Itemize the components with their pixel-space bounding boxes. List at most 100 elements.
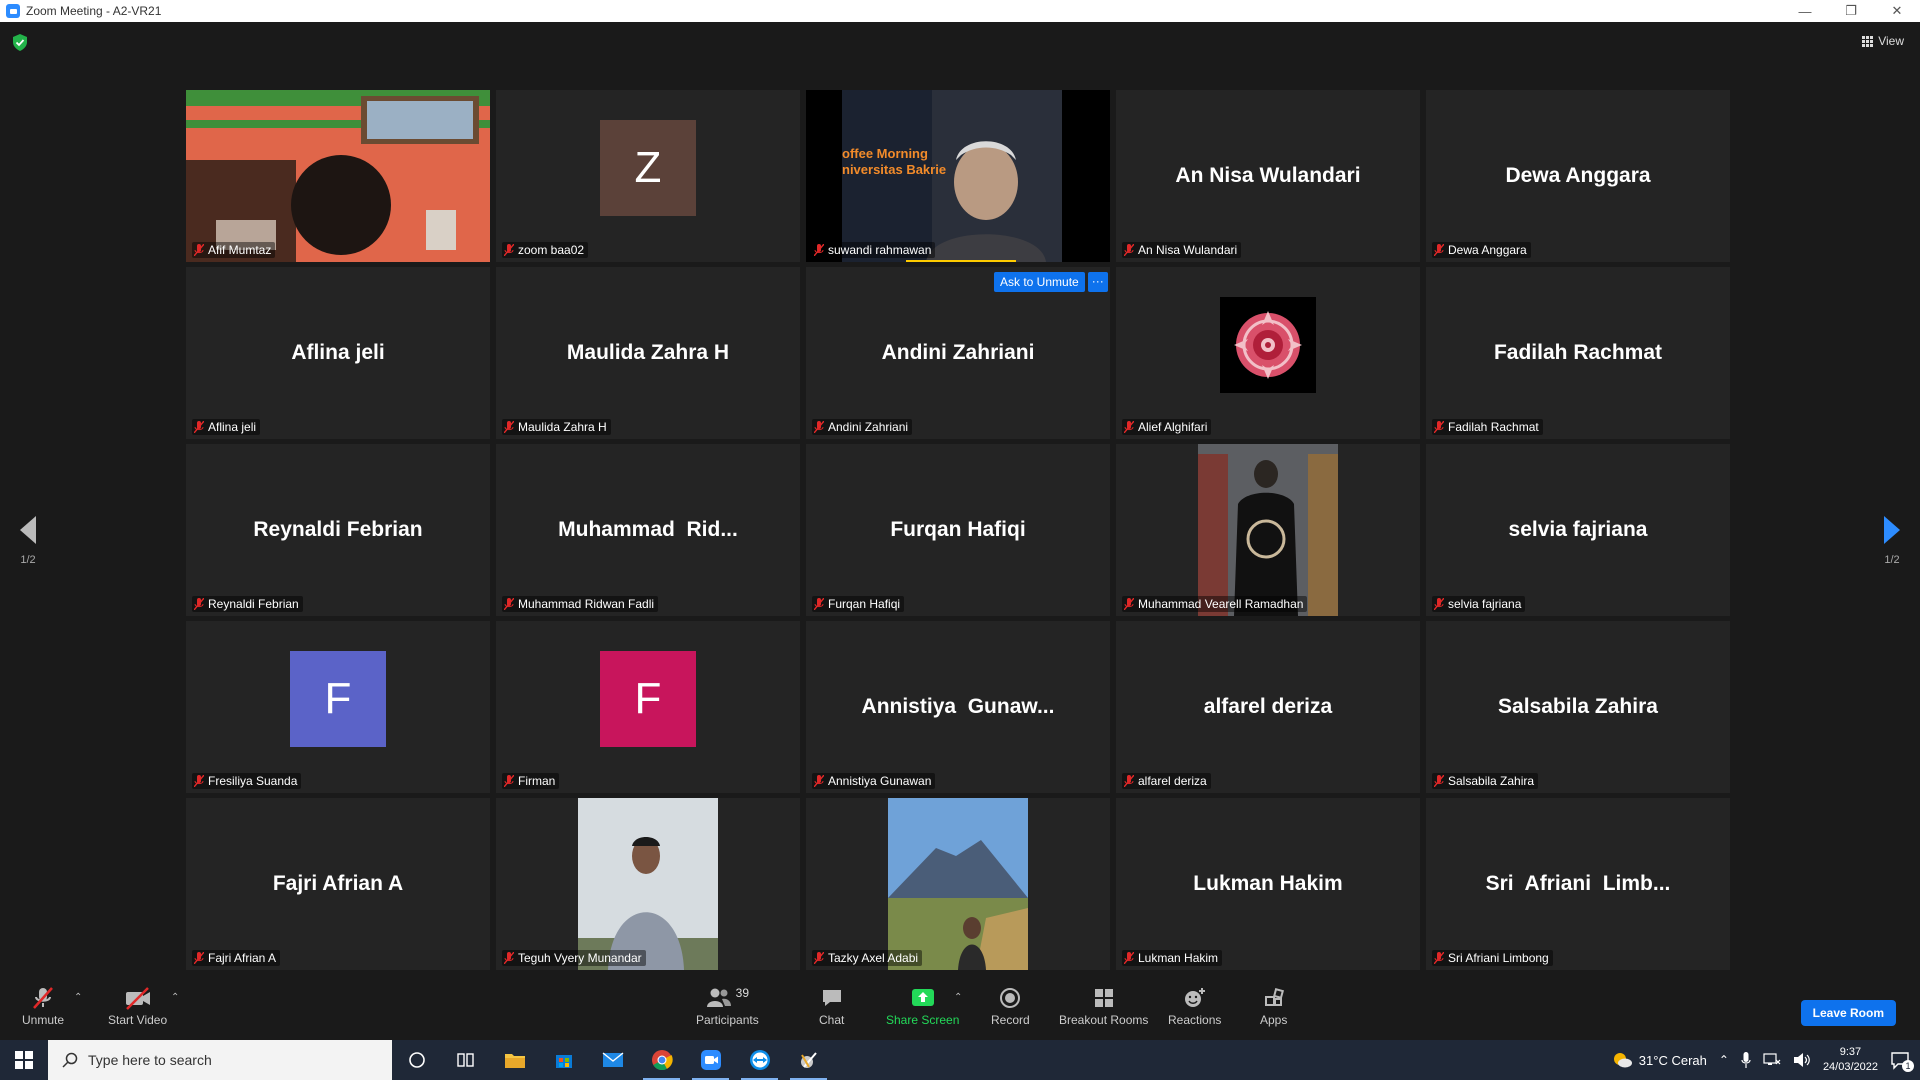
mic-muted-icon [193,774,205,788]
snipping-tool-icon[interactable] [784,1040,833,1080]
participant-tile[interactable]: Maulida Zahra H Maulida Zahra H [496,267,800,439]
participant-name-label: Alief Alghifari [1122,419,1212,435]
start-video-label: Start Video [108,1013,168,1027]
participant-tile[interactable]: An Nisa Wulandari An Nisa Wulandari [1116,90,1420,262]
participant-tile[interactable]: F Fresiliya Suanda [186,621,490,793]
start-video-button[interactable]: Start Video [108,986,167,1027]
participant-tile[interactable]: Lukman Hakim Lukman Hakim [1116,798,1420,970]
audio-options-caret[interactable]: ⌃ [74,992,82,1003]
share-screen-button[interactable]: Share Screen [886,986,959,1027]
participant-display-name: Maulida Zahra H [566,341,730,364]
participant-tile[interactable]: Alief Alghifari [1116,267,1420,439]
mail-icon[interactable] [588,1040,637,1080]
participant-name: Furqan Hafiqi [828,597,901,611]
reactions-button[interactable]: Reactions [1168,986,1221,1027]
task-view-icon[interactable] [441,1040,490,1080]
participant-tile[interactable]: alfarel deriza alfarel deriza [1116,621,1420,793]
participant-display-name: alfarel deriza [1203,695,1333,718]
participant-tile[interactable]: Reynaldi Febrian Reynaldi Febrian [186,444,490,616]
windows-logo-icon [15,1051,33,1069]
participant-tile[interactable]: Salsabila Zahira Salsabila Zahira [1426,621,1730,793]
weather-widget[interactable]: 31°C Cerah [1611,1051,1707,1069]
participant-tile[interactable]: Fajri Afrian A Fajri Afrian A [186,798,490,970]
unmute-button[interactable]: Unmute [22,986,64,1027]
leave-room-button[interactable]: Leave Room [1800,1000,1896,1026]
view-label: View [1878,34,1904,48]
taskbar-apps [392,1040,833,1080]
taskbar-search[interactable]: Type here to search [48,1040,392,1080]
mic-muted-icon [813,597,825,611]
participant-name: Sri Afriani Limbong [1448,951,1549,965]
windows-taskbar: Type here to search 31°C Cerah ⌃ 9:37 24… [0,1040,1920,1080]
chrome-icon[interactable] [637,1040,686,1080]
mic-muted-icon [193,243,205,257]
chat-button[interactable]: Chat [819,986,844,1027]
video-options-caret[interactable]: ⌃ [171,992,179,1003]
participants-button[interactable]: 39 Participants [696,986,759,1027]
microsoft-store-icon[interactable] [539,1040,588,1080]
participant-tile[interactable]: Teguh Vyery Munandar [496,798,800,970]
participant-tile[interactable]: Muhammad Vearell Ramadhan [1116,444,1420,616]
participant-tile[interactable]: selvia fajriana selvia fajriana [1426,444,1730,616]
ask-to-unmute-button[interactable]: Ask to Unmute [994,272,1085,292]
close-button[interactable]: ✕ [1874,0,1920,22]
previous-page-button[interactable]: 1/2 [18,516,38,566]
window-title: Zoom Meeting - A2-VR21 [26,4,162,18]
participant-tile[interactable]: offee Morning niversitas Bakrie suwandi … [806,90,1110,262]
teamviewer-icon[interactable] [735,1040,784,1080]
participant-tile[interactable]: Tazky Axel Adabi [806,798,1110,970]
participant-name-label: Reynaldi Febrian [192,596,303,612]
participant-name-label: Firman [502,773,560,789]
participant-tile[interactable]: Aflina jeli Aflina jeli [186,267,490,439]
restore-button[interactable]: ❐ [1828,0,1874,22]
participant-name: Fresiliya Suanda [208,774,298,788]
volume-icon[interactable] [1793,1052,1811,1068]
minimize-button[interactable]: — [1782,0,1828,22]
mic-muted-icon [193,597,205,611]
view-button[interactable]: View [1862,34,1904,48]
video-off-icon [124,986,152,1010]
participant-avatar: Z [600,120,696,216]
action-center-button[interactable]: 1 [1890,1050,1914,1072]
participant-tile[interactable]: Z zoom baa02 [496,90,800,262]
microphone-tray-icon[interactable] [1741,1052,1751,1068]
breakout-rooms-button[interactable]: Breakout Rooms [1059,986,1148,1027]
system-clock[interactable]: 9:37 24/03/2022 [1823,1045,1878,1075]
participant-name: alfarel deriza [1138,774,1207,788]
share-options-caret[interactable]: ⌃ [954,992,962,1003]
clock-time: 9:37 [1839,1046,1862,1058]
security-shield-icon[interactable] [12,34,28,51]
participant-tile[interactable]: F Firman [496,621,800,793]
participant-tile[interactable]: Furqan Hafiqi Furqan Hafiqi [806,444,1110,616]
participant-name-label: Dewa Anggara [1432,242,1531,258]
participant-display-name: Muhammad Rid... [558,518,738,541]
participant-tile[interactable]: Muhammad Rid... Muhammad Ridwan Fadli [496,444,800,616]
participant-display-name: Sri Afriani Limb... [1485,872,1671,895]
apps-button[interactable]: Apps [1260,986,1287,1027]
participant-tile[interactable]: Sri Afriani Limb... Sri Afriani Limbong [1426,798,1730,970]
participant-tile[interactable]: Afif Mumtaz [186,90,490,262]
participant-name: suwandi rahmawan [828,243,932,257]
cortana-icon[interactable] [392,1040,441,1080]
file-explorer-icon[interactable] [490,1040,539,1080]
title-bar: Zoom Meeting - A2-VR21 — ❐ ✕ [0,0,1920,22]
participant-tile[interactable]: Andini Zahriani Andini Zahriani [806,267,1110,439]
participant-tile[interactable]: Dewa Anggara Dewa Anggara [1426,90,1730,262]
windows-start-button[interactable] [0,1040,48,1080]
network-icon[interactable] [1763,1052,1781,1068]
show-hidden-icons-button[interactable]: ⌃ [1719,1053,1729,1067]
zoom-taskbar-icon[interactable] [686,1040,735,1080]
chat-icon [821,986,843,1010]
next-page-button[interactable]: 1/2 [1882,516,1902,566]
record-button[interactable]: Record [991,986,1030,1027]
participant-name: Salsabila Zahira [1448,774,1535,788]
participant-name-label: selvia fajriana [1432,596,1526,612]
more-options-button[interactable]: ··· [1087,272,1108,292]
participant-tile[interactable]: Fadilah Rachmat Fadilah Rachmat [1426,267,1730,439]
gallery-view: Afif Mumtaz Z zoom baa02 offee Morning n… [186,90,1734,972]
participant-name: Alief Alghifari [1138,420,1208,434]
participant-photo [1198,444,1338,616]
participant-display-name: Reynaldi Febrian [253,518,423,541]
participant-tile[interactable]: Annistiya Gunaw... Annistiya Gunawan [806,621,1110,793]
participant-name: Afif Mumtaz [208,243,272,257]
